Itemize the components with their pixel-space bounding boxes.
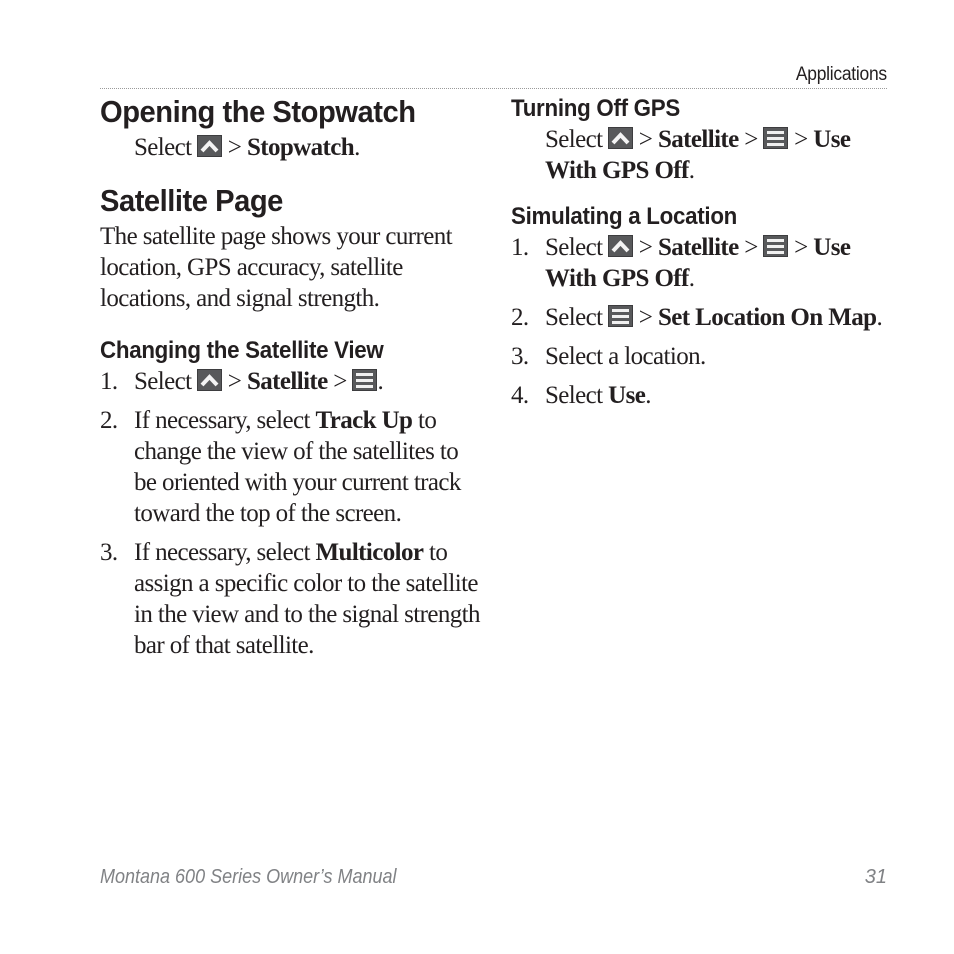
section-header: Applications <box>796 64 887 85</box>
satellite-page-description: The satellite page shows your current lo… <box>100 223 453 312</box>
heading-simulating-location: Simulating a Location <box>511 203 738 230</box>
list-item: 3. If necessary, select Multicolor to as… <box>100 539 480 659</box>
header-divider <box>100 88 887 89</box>
menu-icon <box>763 235 789 257</box>
list-item: 2. If necessary, select Track Up to chan… <box>100 407 461 527</box>
stopwatch-instruction: Select > Stopwatch. <box>134 134 360 161</box>
page-number: 31 <box>864 866 887 888</box>
heading-opening-stopwatch: Opening the Stopwatch <box>100 94 416 129</box>
heading-changing-satellite-view: Changing the Satellite View <box>100 337 384 364</box>
up-chevron-icon <box>197 135 223 157</box>
up-chevron-icon <box>608 235 634 257</box>
list-item: 1. Select > Satellite > . <box>100 368 384 395</box>
heading-satellite-page: Satellite Page <box>100 183 283 218</box>
menu-icon <box>352 369 378 391</box>
up-chevron-icon <box>608 127 634 149</box>
list-item: 3. Select a location. <box>511 343 706 370</box>
list-item: 1. Select > Satellite > > Use With GPS O… <box>511 234 851 292</box>
left-column: Opening the Stopwatch Select > Stopwatch… <box>100 92 480 661</box>
footer-manual-title: Montana 600 Series Owner’s Manual <box>100 866 397 888</box>
gps-off-instruction: Select > Satellite > > Use With GPS Off. <box>545 126 851 184</box>
heading-turning-off-gps: Turning Off GPS <box>511 95 680 122</box>
list-item: 4. Select Use. <box>511 382 651 409</box>
list-item: 2. Select > Set Location On Map. <box>511 304 883 331</box>
stopwatch-label: Stopwatch <box>246 134 355 161</box>
right-column: Turning Off GPS Select > Satellite > > U… <box>511 92 901 411</box>
menu-icon <box>608 305 634 327</box>
menu-icon <box>763 127 789 149</box>
up-chevron-icon <box>197 369 223 391</box>
